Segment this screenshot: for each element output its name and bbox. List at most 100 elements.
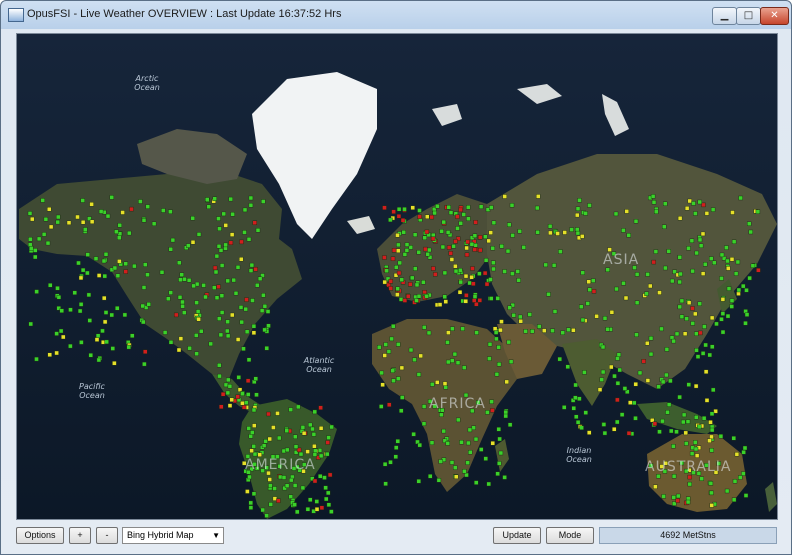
weather-station-marker[interactable] [380,382,385,387]
weather-station-marker[interactable] [410,275,415,281]
weather-station-marker[interactable] [312,409,317,415]
weather-station-marker[interactable] [729,257,735,262]
weather-station-marker[interactable] [536,194,541,199]
weather-station-marker[interactable] [725,258,730,264]
weather-station-marker[interactable] [117,222,122,228]
weather-station-marker[interactable] [459,440,464,445]
weather-station-marker[interactable] [248,505,254,510]
weather-station-marker[interactable] [755,209,761,215]
weather-station-marker[interactable] [239,319,245,325]
weather-station-marker[interactable] [677,255,682,260]
weather-station-marker[interactable] [421,421,427,426]
weather-station-marker[interactable] [738,195,743,201]
weather-station-marker[interactable] [558,249,563,254]
weather-station-marker[interactable] [313,448,318,453]
weather-station-marker[interactable] [394,265,399,270]
weather-station-marker[interactable] [250,298,255,303]
weather-station-marker[interactable] [129,206,134,212]
weather-station-marker[interactable] [736,291,741,296]
weather-station-marker[interactable] [191,283,196,289]
weather-station-marker[interactable] [496,427,501,432]
weather-station-marker[interactable] [251,444,257,449]
weather-station-marker[interactable] [451,244,456,249]
weather-station-marker[interactable] [676,493,681,499]
weather-station-marker[interactable] [666,402,672,407]
weather-station-marker[interactable] [600,344,606,350]
weather-station-marker[interactable] [671,444,676,449]
weather-station-marker[interactable] [388,460,393,465]
weather-station-marker[interactable] [203,294,208,300]
weather-station-marker[interactable] [465,460,470,465]
weather-station-marker[interactable] [120,210,125,215]
weather-station-marker[interactable] [427,247,432,253]
weather-station-marker[interactable] [245,489,250,494]
weather-station-marker[interactable] [395,232,400,238]
weather-station-marker[interactable] [712,260,717,266]
weather-station-marker[interactable] [709,427,715,433]
weather-station-marker[interactable] [518,319,523,324]
weather-station-marker[interactable] [324,496,329,502]
weather-station-marker[interactable] [190,215,195,221]
weather-station-marker[interactable] [235,394,240,399]
weather-station-marker[interactable] [482,270,488,276]
weather-station-marker[interactable] [686,382,691,387]
weather-station-marker[interactable] [645,378,651,383]
weather-station-marker[interactable] [130,333,135,338]
weather-station-marker[interactable] [238,256,244,262]
weather-station-marker[interactable] [416,479,421,484]
weather-station-marker[interactable] [497,461,502,466]
weather-station-marker[interactable] [443,299,448,304]
weather-station-marker[interactable] [489,296,494,301]
weather-station-marker[interactable] [408,347,414,353]
weather-station-marker[interactable] [216,243,222,249]
weather-station-marker[interactable] [284,428,289,433]
weather-station-marker[interactable] [190,239,196,245]
weather-station-marker[interactable] [648,351,654,357]
weather-station-marker[interactable] [56,214,61,220]
weather-station-marker[interactable] [700,351,706,356]
weather-station-marker[interactable] [697,301,702,306]
weather-station-marker[interactable] [264,513,269,518]
weather-station-marker[interactable] [284,483,290,488]
weather-station-marker[interactable] [262,327,267,333]
weather-station-marker[interactable] [268,502,274,507]
weather-station-marker[interactable] [162,330,168,335]
weather-station-marker[interactable] [425,251,430,257]
weather-station-marker[interactable] [87,318,93,323]
weather-station-marker[interactable] [180,299,185,305]
weather-station-marker[interactable] [55,286,60,291]
weather-station-marker[interactable] [388,279,393,284]
weather-station-marker[interactable] [518,314,523,320]
weather-station-marker[interactable] [707,352,712,358]
weather-station-marker[interactable] [575,227,580,232]
weather-station-marker[interactable] [318,474,323,479]
weather-station-marker[interactable] [634,272,640,277]
weather-station-marker[interactable] [85,270,90,276]
weather-station-marker[interactable] [495,296,500,301]
weather-station-marker[interactable] [523,329,528,334]
weather-station-marker[interactable] [710,207,716,212]
weather-station-marker[interactable] [507,305,512,310]
weather-station-marker[interactable] [186,243,191,248]
weather-station-marker[interactable] [470,266,475,271]
weather-station-marker[interactable] [416,250,421,255]
weather-station-marker[interactable] [308,422,313,428]
weather-station-marker[interactable] [396,206,402,212]
weather-station-marker[interactable] [436,478,442,483]
weather-station-marker[interactable] [550,328,555,333]
weather-station-marker[interactable] [408,245,413,250]
weather-station-marker[interactable] [257,276,263,281]
weather-station-marker[interactable] [251,407,257,413]
weather-station-marker[interactable] [377,345,382,350]
weather-station-marker[interactable] [236,375,241,380]
weather-station-marker[interactable] [684,316,689,321]
weather-station-marker[interactable] [607,247,612,252]
weather-station-marker[interactable] [318,453,324,459]
weather-station-marker[interactable] [410,205,415,210]
weather-station-marker[interactable] [718,434,724,439]
weather-station-marker[interactable] [449,460,455,465]
weather-station-marker[interactable] [665,410,670,415]
weather-station-marker[interactable] [225,278,230,284]
weather-station-marker[interactable] [714,321,719,327]
weather-station-marker[interactable] [312,478,318,484]
